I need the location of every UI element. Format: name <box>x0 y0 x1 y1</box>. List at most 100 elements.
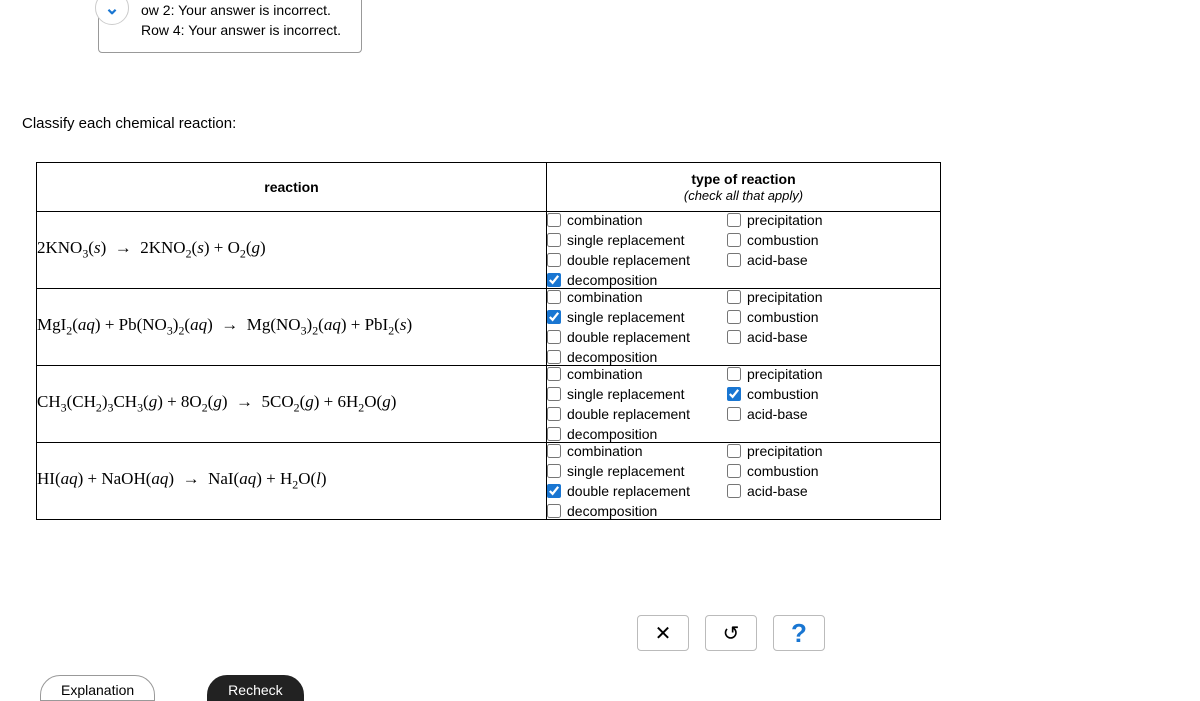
checkbox-label: acid-base <box>747 329 808 345</box>
checkbox-input-combination[interactable] <box>547 444 561 458</box>
reaction-4: HI(aq) + NaOH(aq) → NaI(aq) + H2O(l) <box>37 443 547 520</box>
checkbox-combination[interactable]: combination <box>547 443 719 459</box>
checkbox-precipitation[interactable]: precipitation <box>727 289 867 305</box>
checkbox-input-single[interactable] <box>547 464 561 478</box>
checkbox-decomposition[interactable]: decomposition <box>547 349 719 365</box>
checkbox-input-precipitation[interactable] <box>727 290 741 304</box>
checkbox-precipitation[interactable]: precipitation <box>727 212 867 228</box>
checkbox-input-combustion[interactable] <box>727 464 741 478</box>
checkbox-label: combustion <box>747 463 819 479</box>
checkbox-label: single replacement <box>567 386 685 402</box>
checkbox-double[interactable]: double replacement <box>547 252 719 268</box>
checkbox-combustion[interactable]: combustion <box>727 463 867 479</box>
type-cell-4: combination precipitation single replaceme… <box>547 443 941 520</box>
checkbox-input-acid[interactable] <box>727 330 741 344</box>
checkbox-input-precipitation[interactable] <box>727 213 741 227</box>
feedback-box: ⌄ ow 2: Your answer is incorrect. Row 4:… <box>98 0 362 53</box>
checkbox-combination[interactable]: combination <box>547 366 719 382</box>
reaction-3: CH3(CH2)3CH3(g) + 8O2(g) → 5CO2(g) + 6H2… <box>37 366 547 443</box>
checkbox-input-combination[interactable] <box>547 367 561 381</box>
checkbox-single[interactable]: single replacement <box>547 232 719 248</box>
header-type-sub: (check all that apply) <box>684 188 803 203</box>
close-button[interactable]: ✕ <box>637 615 689 651</box>
checkbox-decomposition[interactable]: decomposition <box>547 426 719 442</box>
checkbox-input-combination[interactable] <box>547 213 561 227</box>
checkbox-single[interactable]: single replacement <box>547 386 719 402</box>
table-row: MgI2(aq) + Pb(NO3)2(aq) → Mg(NO3)2(aq) +… <box>37 289 941 366</box>
checkbox-input-combination[interactable] <box>547 290 561 304</box>
checkbox-label: double replacement <box>567 483 690 499</box>
checkbox-label: single replacement <box>567 463 685 479</box>
checkbox-label: precipitation <box>747 443 823 459</box>
checkbox-label: combustion <box>747 386 819 402</box>
checkbox-label: decomposition <box>567 349 657 365</box>
checkbox-precipitation[interactable]: precipitation <box>727 366 867 382</box>
type-cell-2: combination precipitation single replaceme… <box>547 289 941 366</box>
checkbox-precipitation[interactable]: precipitation <box>727 443 867 459</box>
checkbox-decomposition[interactable]: decomposition <box>547 503 719 519</box>
checkbox-combination[interactable]: combination <box>547 212 719 228</box>
help-button[interactable]: ? <box>773 615 825 651</box>
checkbox-label: combination <box>567 443 643 459</box>
checkbox-combustion[interactable]: combustion <box>727 232 867 248</box>
checkbox-label: acid-base <box>747 252 808 268</box>
table-row: CH3(CH2)3CH3(g) + 8O2(g) → 5CO2(g) + 6H2… <box>37 366 941 443</box>
checkbox-label: single replacement <box>567 232 685 248</box>
checkbox-input-double[interactable] <box>547 330 561 344</box>
checkbox-input-double[interactable] <box>547 253 561 267</box>
checkbox-input-single[interactable] <box>547 387 561 401</box>
checkbox-input-double[interactable] <box>547 407 561 421</box>
table-row: HI(aq) + NaOH(aq) → NaI(aq) + H2O(l) com… <box>37 443 941 520</box>
checkbox-input-combustion[interactable] <box>727 387 741 401</box>
checkbox-acid[interactable]: acid-base <box>727 329 867 345</box>
checkbox-input-acid[interactable] <box>727 484 741 498</box>
checkbox-input-decomposition[interactable] <box>547 350 561 364</box>
recheck-tab[interactable]: Recheck <box>207 675 303 701</box>
checkbox-input-single[interactable] <box>547 233 561 247</box>
checkbox-label: combination <box>567 366 643 382</box>
checkbox-acid[interactable]: acid-base <box>727 406 867 422</box>
checkbox-input-decomposition[interactable] <box>547 504 561 518</box>
checkbox-label: double replacement <box>567 406 690 422</box>
checkbox-label: double replacement <box>567 252 690 268</box>
checkbox-input-combustion[interactable] <box>727 310 741 324</box>
checkbox-combination[interactable]: combination <box>547 289 719 305</box>
checkbox-label: acid-base <box>747 483 808 499</box>
checkbox-double[interactable]: double replacement <box>547 406 719 422</box>
checkbox-input-decomposition[interactable] <box>547 427 561 441</box>
type-cell-3: combination precipitation single replaceme… <box>547 366 941 443</box>
checkbox-label: decomposition <box>567 503 657 519</box>
chevron-down-icon[interactable]: ⌄ <box>95 0 129 25</box>
reaction-1: 2KNO3(s) → 2KNO2(s) + O2(g) <box>37 212 547 289</box>
checkbox-input-acid[interactable] <box>727 253 741 267</box>
checkbox-combustion[interactable]: combustion <box>727 386 867 402</box>
checkbox-label: precipitation <box>747 289 823 305</box>
checkbox-input-double[interactable] <box>547 484 561 498</box>
checkbox-label: decomposition <box>567 426 657 442</box>
checkbox-input-single[interactable] <box>547 310 561 324</box>
footer-tabs: Explanation Recheck <box>40 675 304 701</box>
checkbox-single[interactable]: single replacement <box>547 463 719 479</box>
checkbox-label: precipitation <box>747 212 823 228</box>
checkbox-input-acid[interactable] <box>727 407 741 421</box>
header-reaction: reaction <box>37 163 547 212</box>
reaction-table: reaction type of reaction (check all tha… <box>36 162 941 520</box>
reset-button[interactable]: ↺ <box>705 615 757 651</box>
checkbox-single[interactable]: single replacement <box>547 309 719 325</box>
checkbox-double[interactable]: double replacement <box>547 329 719 345</box>
explanation-tab[interactable]: Explanation <box>40 675 155 701</box>
checkbox-combustion[interactable]: combustion <box>727 309 867 325</box>
checkbox-input-combustion[interactable] <box>727 233 741 247</box>
checkbox-input-decomposition[interactable] <box>547 273 561 287</box>
checkbox-input-precipitation[interactable] <box>727 444 741 458</box>
checkbox-acid[interactable]: acid-base <box>727 483 867 499</box>
checkbox-label: combustion <box>747 309 819 325</box>
checkbox-decomposition[interactable]: decomposition <box>547 272 719 288</box>
checkbox-double[interactable]: double replacement <box>547 483 719 499</box>
checkbox-acid[interactable]: acid-base <box>727 252 867 268</box>
checkbox-input-precipitation[interactable] <box>727 367 741 381</box>
header-type: type of reaction (check all that apply) <box>547 163 941 212</box>
feedback-row-4: Row 4: Your answer is incorrect. <box>141 21 341 41</box>
checkbox-label: combination <box>567 212 643 228</box>
reaction-2: MgI2(aq) + Pb(NO3)2(aq) → Mg(NO3)2(aq) +… <box>37 289 547 366</box>
